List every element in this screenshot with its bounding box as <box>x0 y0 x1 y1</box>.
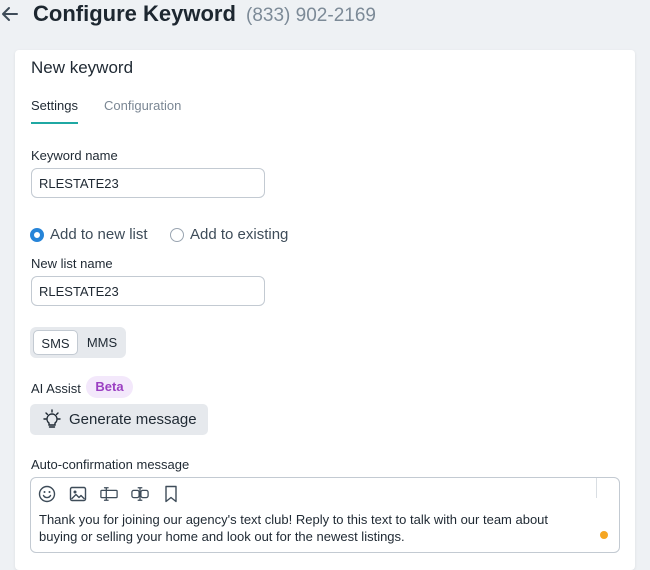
radio-label: Add to existing <box>190 226 289 243</box>
back-button[interactable] <box>0 2 20 26</box>
emoji-button[interactable] <box>38 485 56 503</box>
phone-number: (833) 902-2169 <box>246 5 376 26</box>
keyword-name-input[interactable] <box>31 168 265 198</box>
new-list-name-input[interactable] <box>31 276 265 306</box>
editor-toolbar <box>38 485 193 503</box>
lightbulb-icon <box>43 408 61 428</box>
message-type-toggle: SMS MMS <box>30 327 126 358</box>
ai-assist-label: AI Assist <box>31 381 81 396</box>
template-button[interactable] <box>162 485 180 503</box>
insert-link-field-button[interactable] <box>131 485 149 503</box>
auto-confirmation-editor[interactable]: Thank you for joining our agency's text … <box>30 477 620 553</box>
keyword-card: New keyword Settings Configuration Keywo… <box>15 50 635 570</box>
keyword-name-label: Keyword name <box>31 148 118 163</box>
editor-side-divider <box>596 478 597 498</box>
status-dot-icon <box>600 531 608 539</box>
image-icon <box>69 486 87 502</box>
card-title: New keyword <box>31 58 134 77</box>
sms-button[interactable]: SMS <box>33 330 78 355</box>
beta-badge: Beta <box>86 376 133 398</box>
radio-checked-icon <box>30 227 44 242</box>
bookmark-icon <box>165 485 177 503</box>
page-title-text: Configure Keyword <box>33 1 236 26</box>
image-button[interactable] <box>69 485 87 503</box>
auto-confirmation-label: Auto-confirmation message <box>31 457 190 472</box>
tab-configuration[interactable]: Configuration <box>104 98 181 122</box>
page-title: Configure Keyword (833) 902-2169 <box>33 0 376 30</box>
radio-unchecked-icon <box>170 227 184 242</box>
insert-field-button[interactable] <box>100 485 118 503</box>
link-field-icon <box>131 487 149 501</box>
page-header: Configure Keyword (833) 902-2169 <box>0 0 650 30</box>
text-field-icon <box>100 487 118 501</box>
radio-label: Add to new list <box>50 226 148 243</box>
radio-add-to-new-list[interactable]: Add to new list <box>30 226 148 243</box>
radio-add-to-existing[interactable]: Add to existing <box>170 226 288 243</box>
emoji-icon <box>38 485 56 503</box>
generate-message-label: Generate message <box>69 411 197 428</box>
tab-settings[interactable]: Settings <box>31 98 78 124</box>
mms-button[interactable]: MMS <box>80 330 124 355</box>
arrow-left-icon <box>2 7 18 21</box>
auto-confirmation-text[interactable]: Thank you for joining our agency's text … <box>39 511 584 545</box>
generate-message-button[interactable]: Generate message <box>30 404 208 435</box>
new-list-name-label: New list name <box>31 256 113 271</box>
